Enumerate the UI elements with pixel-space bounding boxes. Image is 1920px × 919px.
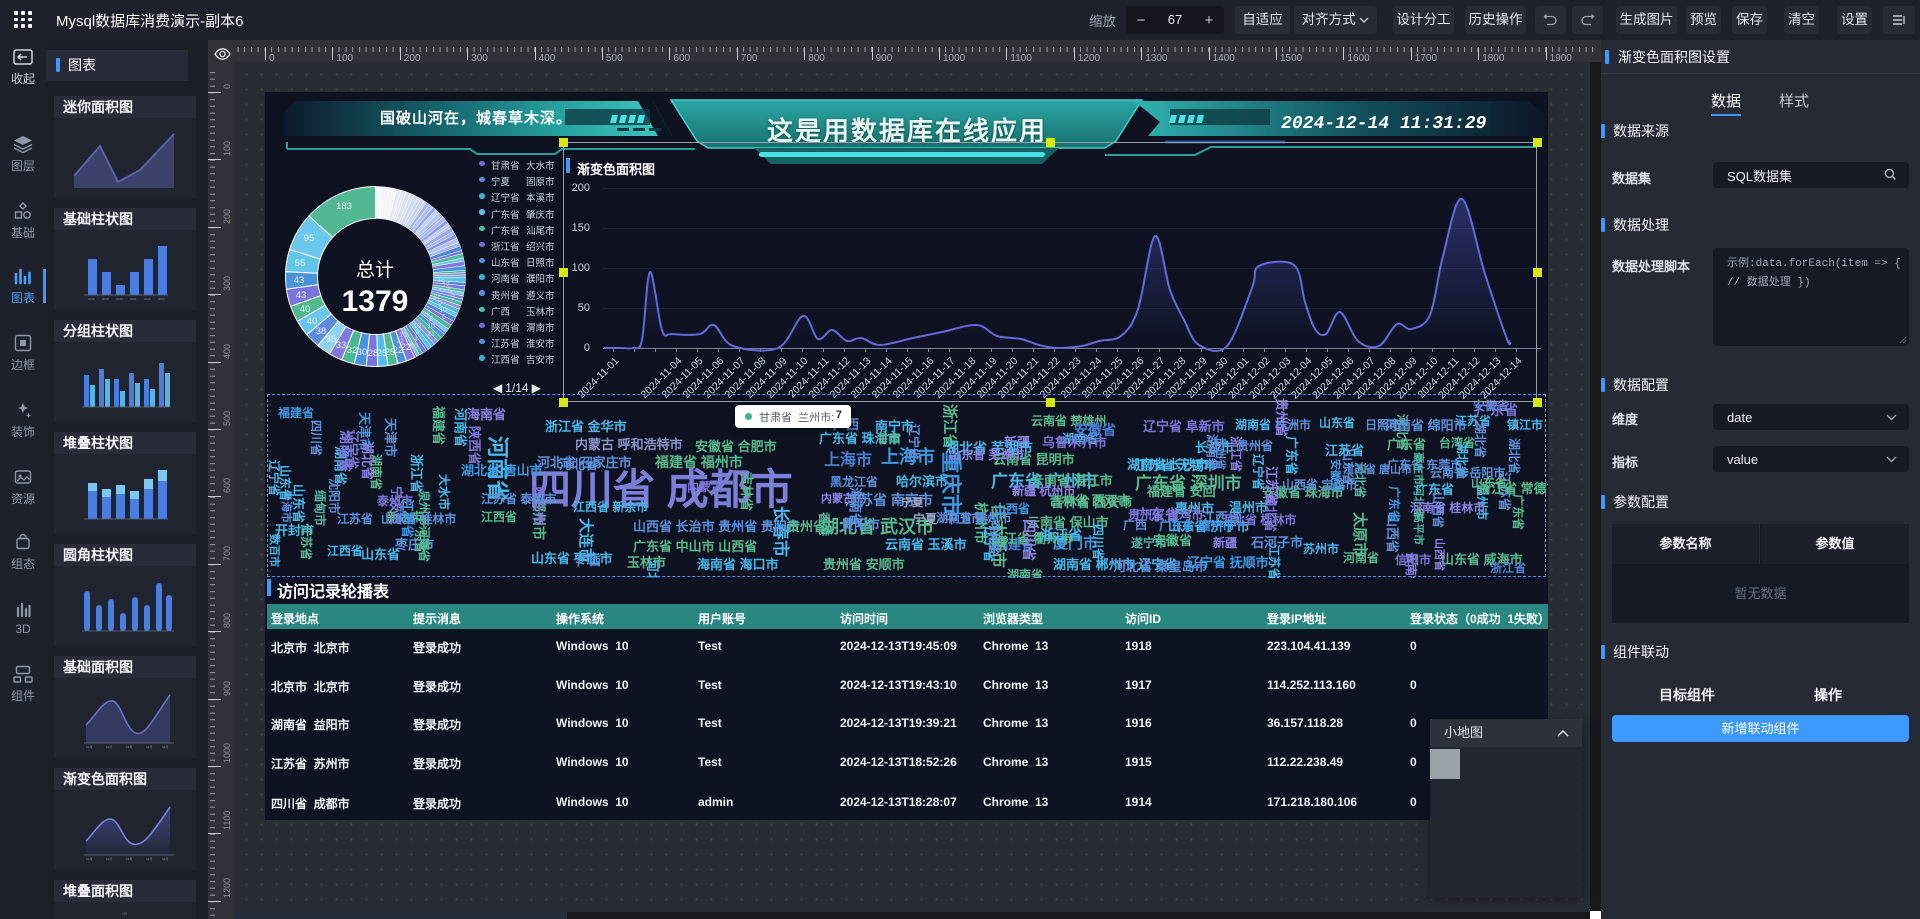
svg-text:100: 100 bbox=[122, 911, 127, 915]
svg-text:2023: 2023 bbox=[158, 297, 165, 301]
svg-text:2019: 2019 bbox=[88, 297, 95, 301]
svg-text:11月: 11月 bbox=[106, 745, 112, 749]
svg-text:2020: 2020 bbox=[116, 297, 123, 301]
svg-text:01月: 01月 bbox=[146, 745, 152, 749]
svg-text:12月: 12月 bbox=[126, 745, 132, 749]
svg-text:10月: 10月 bbox=[86, 745, 92, 749]
svg-text:02月: 02月 bbox=[162, 857, 168, 861]
svg-text:2021: 2021 bbox=[130, 297, 137, 301]
svg-text:12月: 12月 bbox=[126, 857, 132, 861]
svg-text:02月: 02月 bbox=[162, 745, 168, 749]
svg-text:10月: 10月 bbox=[86, 857, 92, 861]
svg-text:01月: 01月 bbox=[146, 857, 152, 861]
svg-text:11月: 11月 bbox=[106, 857, 112, 861]
svg-text:2019: 2019 bbox=[102, 297, 109, 301]
svg-text:2022: 2022 bbox=[144, 297, 151, 301]
